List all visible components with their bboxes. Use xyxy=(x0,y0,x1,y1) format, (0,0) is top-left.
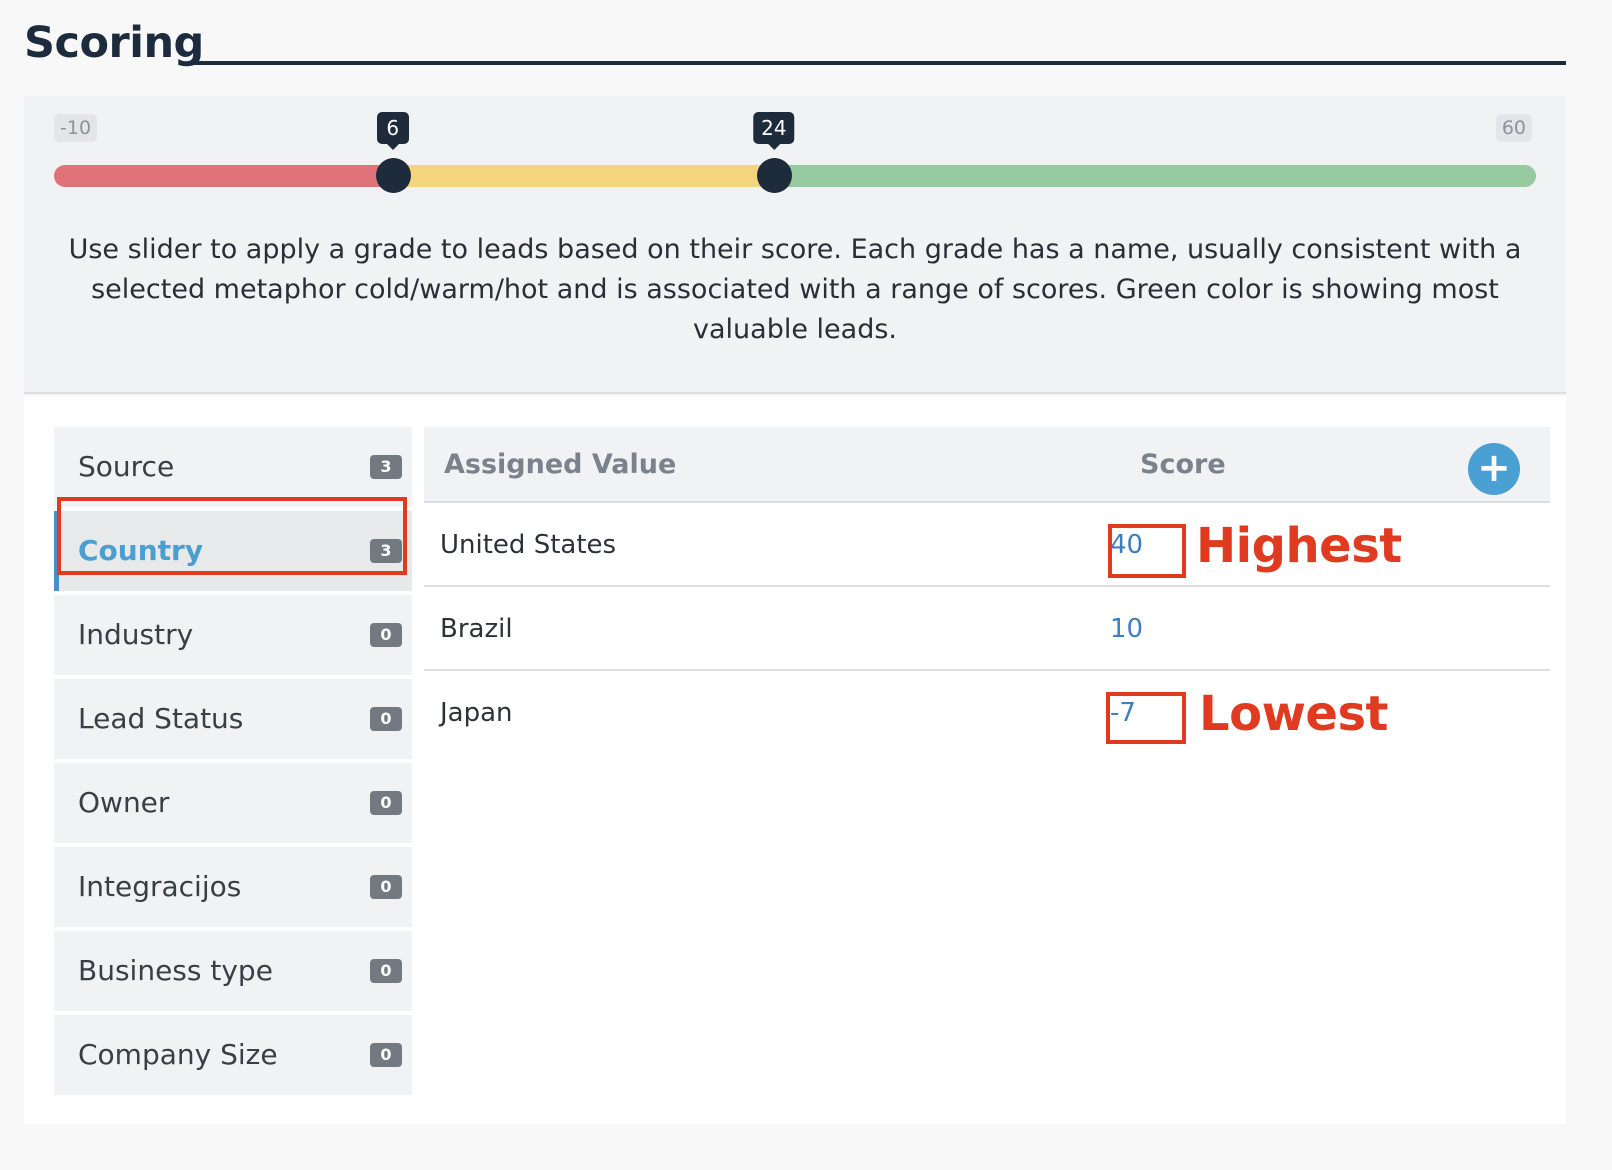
slider-segment-cold xyxy=(54,165,393,187)
category-item-source[interactable]: Source 3 xyxy=(54,427,412,507)
category-label: Industry xyxy=(78,618,194,651)
count-badge: 3 xyxy=(370,455,402,479)
section-title: Scoring xyxy=(24,18,204,68)
category-item-owner[interactable]: Owner 0 xyxy=(54,763,412,843)
score-cell[interactable]: 40 xyxy=(1110,503,1143,587)
category-list: Source 3 Country 3 Industry 0 Lead Statu… xyxy=(54,427,412,1099)
assigned-value-cell: Brazil xyxy=(440,614,513,644)
count-badge: 0 xyxy=(370,875,402,899)
slider-track[interactable] xyxy=(54,165,1536,187)
category-label: Integracijos xyxy=(78,870,242,903)
category-label: Country xyxy=(78,534,204,567)
table-header: Assigned Value Score + xyxy=(424,427,1550,503)
category-label: Company Size xyxy=(78,1038,278,1071)
category-item-country[interactable]: Country 3 xyxy=(54,511,412,591)
slider-segment-warm xyxy=(392,165,774,187)
category-label: Business type xyxy=(78,954,273,987)
category-item-integracijos[interactable]: Integracijos 0 xyxy=(54,847,412,927)
category-item-business-type[interactable]: Business type 0 xyxy=(54,931,412,1011)
table-row[interactable]: Brazil 10 xyxy=(424,587,1550,671)
slider-handle-tooltip-high: 24 xyxy=(753,112,795,150)
category-item-lead-status[interactable]: Lead Status 0 xyxy=(54,679,412,759)
assigned-value-cell: United States xyxy=(440,530,617,560)
score-cell[interactable]: -7 xyxy=(1110,671,1136,755)
slider-handle-low[interactable] xyxy=(375,158,411,193)
slider-min-label: -10 xyxy=(54,114,98,142)
score-cell[interactable]: 10 xyxy=(1110,587,1143,671)
add-value-button[interactable]: + xyxy=(1468,443,1520,495)
grade-slider-panel: -10 60 6 24 Use slider to apply a grade … xyxy=(24,96,1566,394)
slider-handle-high[interactable] xyxy=(756,158,792,193)
count-badge: 0 xyxy=(370,623,402,647)
category-label: Source xyxy=(78,450,175,483)
annotation-highest: Highest xyxy=(1196,518,1402,574)
category-label: Owner xyxy=(78,786,170,819)
scoring-page: Scoring -10 60 6 24 Use slider to apply … xyxy=(0,0,1612,1170)
category-item-industry[interactable]: Industry 0 xyxy=(54,595,412,675)
plus-icon: + xyxy=(1477,445,1511,491)
category-item-company-size[interactable]: Company Size 0 xyxy=(54,1015,412,1095)
count-badge: 0 xyxy=(370,707,402,731)
assigned-value-cell: Japan xyxy=(440,698,513,728)
count-badge: 0 xyxy=(370,1043,402,1067)
count-badge: 0 xyxy=(370,791,402,815)
title-divider xyxy=(190,61,1566,65)
annotation-lowest: Lowest xyxy=(1199,686,1388,742)
column-header-assigned-value: Assigned Value xyxy=(444,449,677,480)
count-badge: 0 xyxy=(370,959,402,983)
slider-description: Use slider to apply a grade to leads bas… xyxy=(68,234,1522,345)
slider-segment-hot xyxy=(773,165,1536,187)
slider-max-label: 60 xyxy=(1495,114,1532,142)
slider-handle-tooltip-low: 6 xyxy=(376,112,409,150)
scoring-body: Source 3 Country 3 Industry 0 Lead Statu… xyxy=(24,396,1566,1124)
count-badge: 3 xyxy=(370,539,402,563)
category-label: Lead Status xyxy=(78,702,244,735)
column-header-score: Score xyxy=(1140,449,1226,480)
